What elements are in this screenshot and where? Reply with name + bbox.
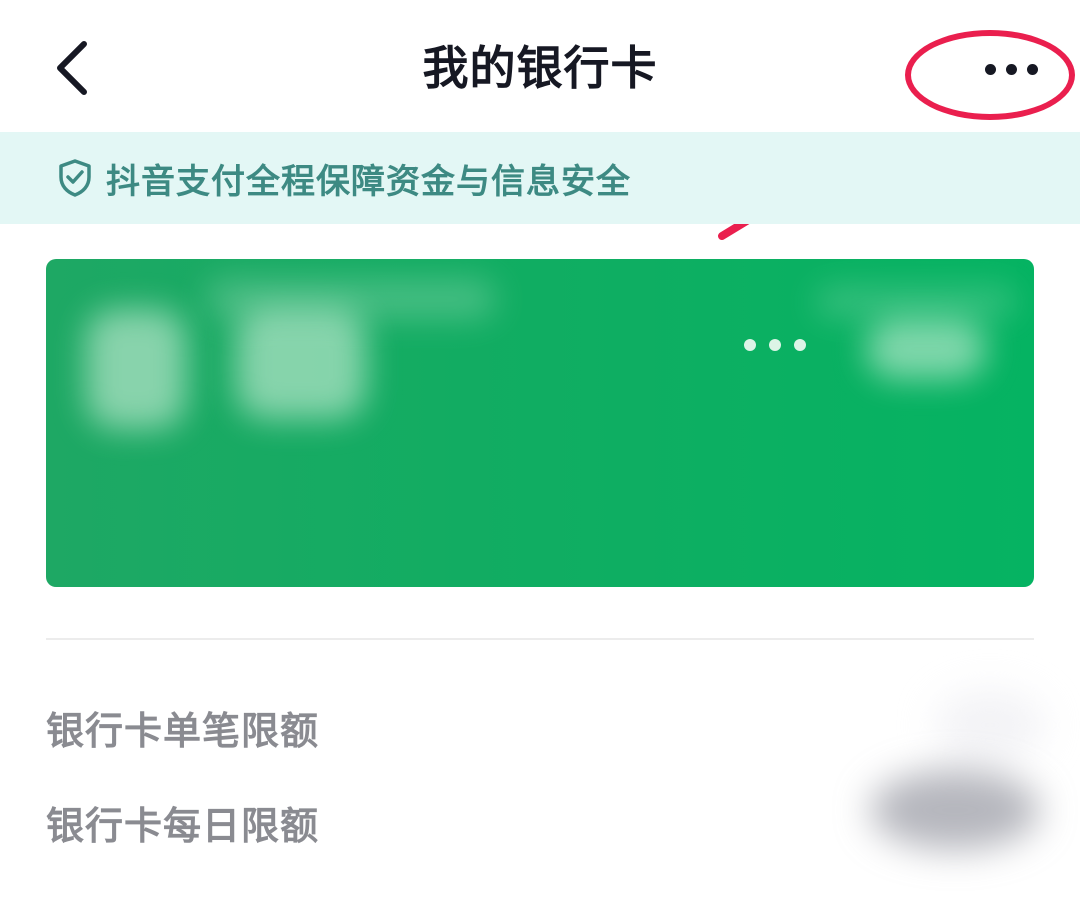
bank-name-redacted (236, 309, 366, 419)
more-horizontal-icon (980, 60, 1043, 79)
shield-check-icon (56, 158, 94, 198)
single-limit-label: 银行卡单笔限额 (46, 708, 320, 753)
daily-limit-label: 银行卡每日限额 (46, 803, 320, 848)
section-divider (46, 638, 1034, 640)
security-banner-text: 抖音支付全程保障资金与信息安全 (106, 161, 631, 202)
bank-logo-redacted (86, 309, 186, 429)
single-limit-value-redacted (935, 690, 1045, 760)
card-tail-redacted-top (816, 287, 1016, 317)
bank-card[interactable] (46, 259, 1034, 587)
card-tail-redacted (866, 319, 986, 379)
daily-limit-value-redacted (870, 770, 1040, 850)
security-banner: 抖音支付全程保障资金与信息安全 (0, 132, 1080, 224)
card-number-mask (744, 339, 819, 351)
bank-name-redacted-top (206, 279, 496, 319)
page-title: 我的银行卡 (422, 41, 658, 95)
more-options-button[interactable] (966, 44, 1056, 94)
top-nav-bar: 我的银行卡 (0, 0, 1080, 132)
single-limit-row: 银行卡单笔限额 (46, 697, 1034, 757)
